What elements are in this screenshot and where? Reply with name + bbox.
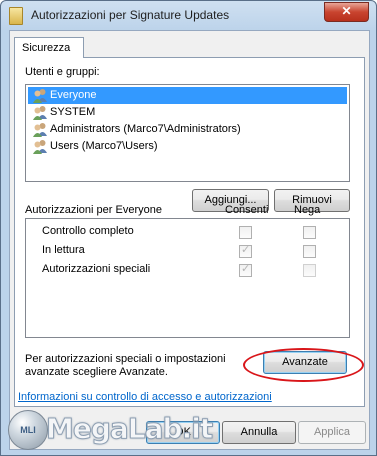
users-listbox[interactable]: Everyone SYSTEM Administrators (Marco7\A… [25, 84, 350, 182]
watermark-text: MegaLab.it [45, 412, 213, 446]
advanced-info-line1: Per autorizzazioni speciali o impostazio… [25, 353, 226, 365]
allow-checkbox-read[interactable] [239, 243, 252, 258]
allow-checkbox-full-control[interactable] [239, 226, 252, 239]
watermark-badge: MLI [8, 410, 48, 450]
deny-checkbox-full-control[interactable] [303, 226, 316, 239]
list-item-label: Users (Marco7\Users) [50, 140, 158, 152]
watermark-logo: MLI MegaLab.it [0, 400, 214, 456]
deny-checkbox-special[interactable] [303, 264, 316, 277]
window-title: Autorizzazioni per Signature Updates [31, 8, 230, 22]
apply-button[interactable]: Applica [298, 421, 366, 444]
list-item-label: Administrators (Marco7\Administrators) [50, 123, 241, 135]
list-item-label: SYSTEM [50, 106, 96, 118]
dialog-window: Autorizzazioni per Signature Updates ✕ S… [0, 0, 377, 456]
list-item-label: Everyone [50, 89, 97, 101]
users-groups-label: Utenti e gruppi: [25, 66, 100, 78]
permissions-list: Controllo completo In lettura Autorizzaz… [25, 218, 350, 338]
cancel-button[interactable]: Annulla [222, 421, 296, 444]
title-bar[interactable]: Autorizzazioni per Signature Updates ✕ [1, 1, 376, 29]
folder-icon [9, 7, 23, 25]
allow-column-header: Consenti [225, 204, 269, 216]
list-item-everyone[interactable]: Everyone [28, 87, 347, 104]
close-button[interactable]: ✕ [324, 2, 369, 22]
list-item-system[interactable]: SYSTEM [28, 104, 347, 121]
allow-checkbox-special[interactable] [239, 262, 252, 277]
permission-label: Controllo completo [42, 225, 134, 237]
tab-sicurezza[interactable]: Sicurezza [14, 37, 84, 58]
user-group-icon [33, 140, 47, 154]
permission-label: Autorizzazioni speciali [42, 263, 151, 275]
deny-column-header: Nega [294, 204, 321, 216]
permissions-header-label: Autorizzazioni per Everyone [25, 204, 162, 216]
user-group-icon [33, 89, 47, 103]
list-item-users[interactable]: Users (Marco7\Users) [28, 138, 347, 155]
tab-label: Sicurezza [22, 42, 71, 54]
advanced-info-line2: avanzate scegliere Avanzate. [25, 366, 168, 378]
permission-label: In lettura [42, 244, 85, 256]
user-group-icon [33, 123, 47, 137]
deny-checkbox-read[interactable] [303, 245, 316, 258]
dialog-client-area: Sicurezza Utenti e gruppi: Everyone SYST… [9, 30, 370, 450]
user-group-icon [33, 106, 47, 120]
highlight-ellipse [243, 348, 364, 382]
list-item-administrators[interactable]: Administrators (Marco7\Administrators) [28, 121, 347, 138]
